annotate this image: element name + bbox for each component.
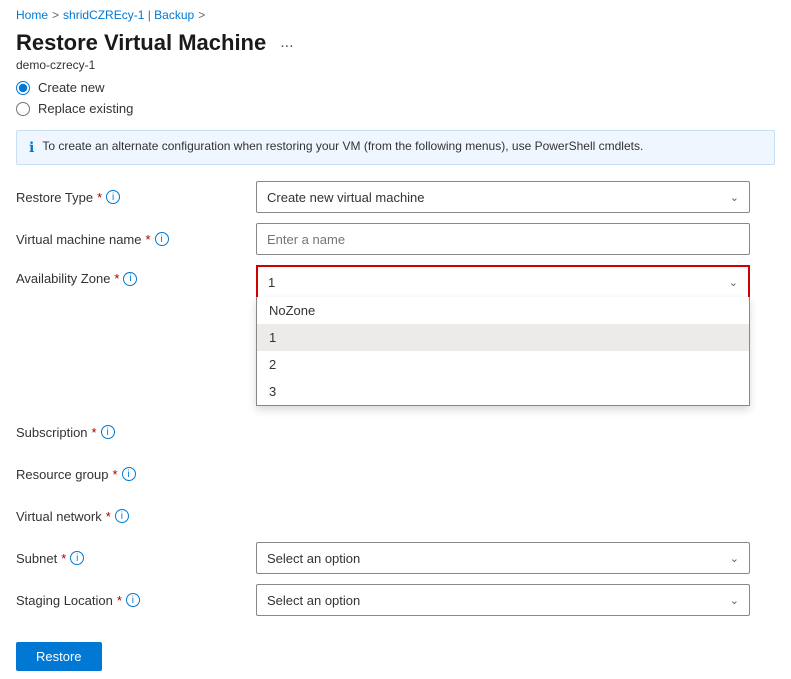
breadcrumb: Home > shridCZREcy-1 | Backup > [0,0,791,26]
info-banner-text: To create an alternate configuration whe… [42,139,643,153]
restore-type-control: Create new virtual machine ⌄ [256,181,750,213]
form-area: Restore Type * i Create new virtual mach… [0,173,791,634]
restore-button[interactable]: Restore [16,642,102,671]
staging-location-chevron-icon: ⌄ [730,594,739,607]
create-new-label: Create new [38,80,104,95]
subscription-label: Subscription * i [16,425,256,440]
virtual-network-row: Virtual network * i [16,500,775,532]
vm-name-row: Virtual machine name * i [16,223,775,255]
staging-location-required: * [117,593,122,608]
replace-existing-label: Replace existing [38,101,133,116]
vm-name-control [256,223,750,255]
restore-type-dropdown[interactable]: Create new virtual machine ⌄ [256,181,750,213]
subnet-label: Subnet * i [16,551,256,566]
subnet-required: * [61,551,66,566]
virtual-network-label: Virtual network * i [16,509,256,524]
subnet-info-icon[interactable]: i [70,551,84,565]
resource-group-required: * [113,467,118,482]
page-header: Restore Virtual Machine ... [0,26,791,58]
avail-zone-label: Availability Zone * i [16,265,256,286]
avail-zone-option-1[interactable]: 1 [257,324,749,351]
staging-location-info-icon[interactable]: i [126,593,140,607]
create-new-radio[interactable] [16,81,30,95]
resource-group-info-icon[interactable]: i [122,467,136,481]
vm-name-label: Virtual machine name * i [16,232,256,247]
avail-zone-value: 1 [268,275,275,290]
breadcrumb-home[interactable]: Home [16,8,48,22]
subscription-info-icon[interactable]: i [101,425,115,439]
subnet-chevron-icon: ⌄ [730,552,739,565]
vm-name-info-icon[interactable]: i [155,232,169,246]
staging-location-value: Select an option [267,593,360,608]
subnet-dropdown[interactable]: Select an option ⌄ [256,542,750,574]
avail-zone-chevron-icon: ⌄ [729,276,738,289]
subnet-control: Select an option ⌄ [256,542,750,574]
avail-zone-info-icon[interactable]: i [123,272,137,286]
virtual-network-required: * [106,509,111,524]
restore-type-chevron-icon: ⌄ [730,191,739,204]
avail-zone-dropdown-list: NoZone 1 2 3 [256,297,750,406]
vm-name-required: * [146,232,151,247]
avail-zone-dropdown[interactable]: 1 ⌄ [256,265,750,297]
required-indicator: * [97,190,102,205]
restore-mode-radio-group: Create new Replace existing [0,76,791,122]
create-new-radio-item[interactable]: Create new [16,80,775,95]
restore-type-info-icon[interactable]: i [106,190,120,204]
breadcrumb-resource[interactable]: shridCZREcy-1 | Backup [63,8,194,22]
avail-zone-option-2[interactable]: 2 [257,351,749,378]
staging-location-label: Staging Location * i [16,593,256,608]
page-title: Restore Virtual Machine [16,30,266,56]
subnet-row: Subnet * i Select an option ⌄ [16,542,775,574]
subscription-required: * [92,425,97,440]
restore-type-row: Restore Type * i Create new virtual mach… [16,181,775,213]
resource-group-row: Resource group * i [16,458,775,490]
resource-group-label: Resource group * i [16,467,256,482]
restore-type-label: Restore Type * i [16,190,256,205]
restore-type-value: Create new virtual machine [267,190,425,205]
replace-existing-radio-item[interactable]: Replace existing [16,101,775,116]
replace-existing-radio[interactable] [16,102,30,116]
avail-zone-option-nozone[interactable]: NoZone [257,297,749,324]
virtual-network-info-icon[interactable]: i [115,509,129,523]
info-icon: ℹ [29,139,34,156]
avail-zone-row: Availability Zone * i 1 ⌄ NoZone 1 2 3 [16,265,775,406]
avail-zone-option-3[interactable]: 3 [257,378,749,405]
ellipsis-button[interactable]: ... [274,32,299,54]
subnet-value: Select an option [267,551,360,566]
avail-zone-required: * [114,271,119,286]
vm-name-input[interactable] [256,223,750,255]
info-banner: ℹ To create an alternate configuration w… [16,130,775,165]
subscription-row: Subscription * i [16,416,775,448]
resource-subtitle: demo-czrecy-1 [0,58,791,76]
